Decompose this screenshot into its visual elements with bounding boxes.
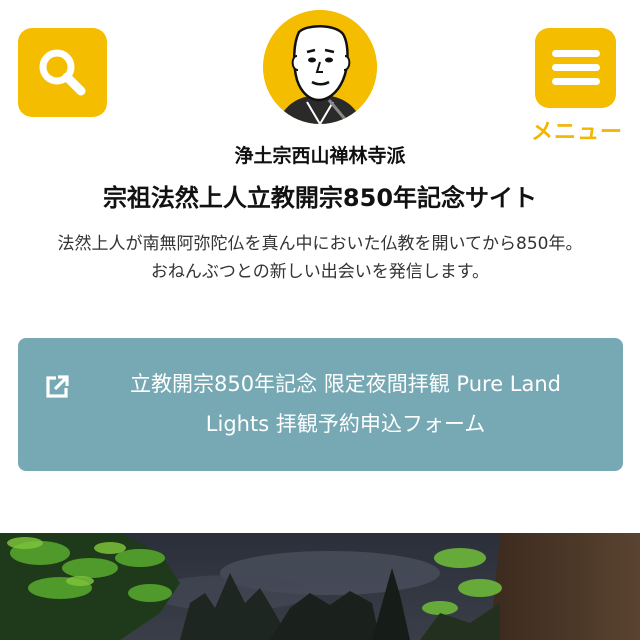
reservation-form-button[interactable]: 立教開宗850年記念 限定夜間拝観 Pure Land Lights 拝観予約申… <box>18 338 623 471</box>
cta-line-1: 立教開宗850年記念 限定夜間拝観 Pure Land <box>129 372 561 396</box>
description-line-1: 法然上人が南無阿弥陀仏を真ん中においた仏教を開いてから850年。 <box>57 234 583 254</box>
page-title: 宗祖法然上人立教開宗850年記念サイト <box>102 184 538 212</box>
cta-line-2: Lights 拝観予約申込フォーム <box>205 412 486 436</box>
hamburger-menu-icon <box>551 50 600 85</box>
menu-button[interactable] <box>535 28 616 108</box>
search-button[interactable] <box>18 28 107 117</box>
external-link-icon <box>46 375 69 398</box>
sect-name: 浄土宗西山禅林寺派 <box>234 145 406 167</box>
hero-photo <box>0 533 640 640</box>
reservation-form-label: 立教開宗850年記念 限定夜間拝観 Pure Land Lights 拝観予約申… <box>88 364 603 444</box>
site-logo[interactable] <box>263 10 377 124</box>
priest-portrait-logo <box>263 10 377 124</box>
site-description: 法然上人が南無阿弥陀仏を真ん中においた仏教を開いてから850年。 おねんぶつとの… <box>0 230 640 286</box>
description-line-2: おねんぶつとの新しい出会いを発信します。 <box>150 262 490 282</box>
night-garden-image <box>0 533 640 640</box>
search-icon <box>39 49 85 95</box>
